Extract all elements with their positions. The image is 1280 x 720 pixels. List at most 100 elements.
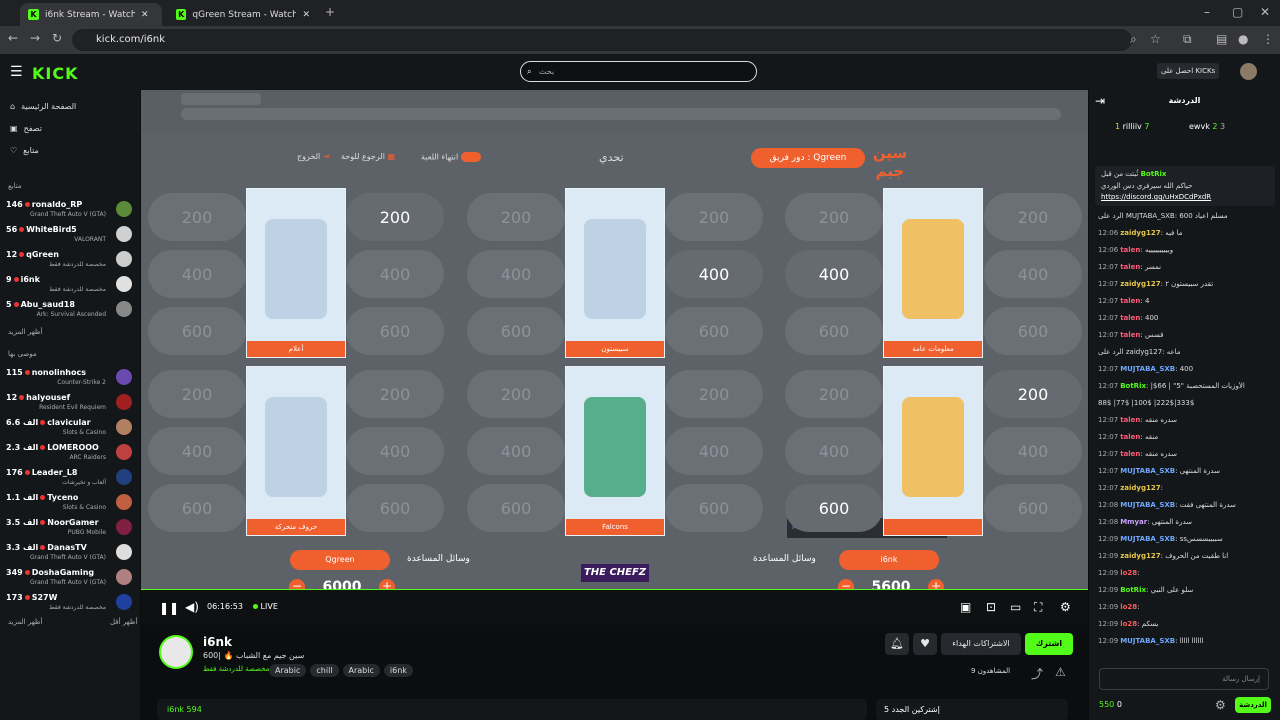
browser-tab[interactable]: K qGreen Stream - Watch Live on ✕ (168, 3, 318, 26)
point-tile[interactable]: 600 (665, 484, 763, 532)
point-tile[interactable]: 400 (785, 250, 883, 298)
sidebar-channel[interactable]: 349 DoshaGaming Grand Theft Auto V (GTA) (6, 566, 134, 590)
point-tile[interactable]: 400 (148, 250, 246, 298)
point-tile[interactable]: 400 (665, 250, 763, 298)
point-tile[interactable]: 400 (984, 427, 1082, 475)
sidebar-channel[interactable]: 146 ronaldo_RP Grand Theft Auto V (GTA) (6, 198, 134, 222)
sidebar-channel[interactable]: 6.6 الف clavicular Slots & Casino (6, 416, 134, 440)
exit-button[interactable]: الخروج ⇥ (297, 152, 330, 161)
message-user[interactable]: talen (1120, 246, 1140, 254)
message-user[interactable]: lo28 (1120, 603, 1137, 611)
sidebar-item-following[interactable]: ♡ متابع (10, 146, 39, 155)
minimize-icon[interactable]: – (1204, 5, 1210, 19)
search-input[interactable]: ⌕ بحث (520, 61, 757, 82)
message-user[interactable]: talen (1120, 450, 1140, 458)
message-user[interactable]: talen (1120, 416, 1140, 424)
sidebar-channel[interactable]: 12 qGreen مخصصة للدردشة فقط (6, 248, 134, 272)
new-tab-icon[interactable]: + (325, 5, 335, 19)
point-tile[interactable]: 200 (148, 193, 246, 241)
sidebar-item-browse[interactable]: ▣ تصفح (10, 124, 42, 133)
close-icon[interactable]: ✕ (302, 10, 310, 20)
sidebar-item-home[interactable]: ⌂ الصفحة الرئيسية (10, 102, 76, 111)
theater-icon[interactable]: ▭ (1010, 600, 1021, 614)
sidebar-channel[interactable]: 176 Leader_L8 ألعاب و تخيرشات (6, 466, 134, 490)
point-tile[interactable]: 200 (984, 193, 1082, 241)
point-tile[interactable]: 400 (346, 250, 444, 298)
gift-subs-button[interactable]: الاشتراكات الهداء (941, 633, 1021, 655)
message-user[interactable]: talen (1120, 331, 1140, 339)
point-tile[interactable]: 200 (467, 370, 565, 418)
point-tile[interactable]: 400 (467, 427, 565, 475)
sidebar-channel[interactable]: 115 nonolinhocs Counter-Strike 2 (6, 366, 134, 390)
show-more-link[interactable]: أظهر المزيد (8, 328, 42, 336)
browser-tab[interactable]: K i6nk Stream - Watch Live on ✕ (20, 3, 162, 26)
back-board-button[interactable]: الرجوع للوحة ▦ (341, 152, 395, 161)
sidebar-channel[interactable]: 56 WhiteBird5 VALORANT (6, 223, 134, 247)
message-user[interactable]: zaidyg127 (1120, 484, 1160, 492)
category-card[interactable]: Falcons (565, 366, 665, 536)
message-user[interactable]: zaidyg127 (1120, 552, 1160, 560)
stream-tag[interactable]: Arabic (342, 664, 380, 677)
message-user[interactable]: Mmyar (1120, 518, 1147, 526)
extensions-icon[interactable]: ⧉ (1183, 32, 1192, 47)
report-icon[interactable]: ⚠ (1055, 665, 1066, 679)
point-tile[interactable]: 600 (467, 307, 565, 355)
point-tile[interactable]: 400 (984, 250, 1082, 298)
back-icon[interactable]: ← (8, 31, 18, 45)
channel-points[interactable]: 550 0 (1099, 700, 1122, 709)
point-tile[interactable]: 200 (346, 370, 444, 418)
reload-icon[interactable]: ↻ (52, 31, 62, 45)
subscribe-button[interactable]: اشترك (1025, 633, 1073, 655)
point-tile[interactable]: 200 (148, 370, 246, 418)
message-user[interactable]: zaidyg127 (1120, 229, 1160, 237)
point-tile[interactable]: 200 (665, 193, 763, 241)
message-user[interactable]: BotRix (1120, 586, 1146, 594)
stream-tag[interactable]: i6nk (383, 664, 413, 677)
fullscreen-icon[interactable]: ⛶ (1034, 600, 1042, 615)
message-user[interactable]: zaidyg127 (1120, 280, 1160, 288)
message-user[interactable]: MUJTABA_SXB (1120, 467, 1175, 475)
point-tile[interactable]: 200 (665, 370, 763, 418)
zoom-icon[interactable]: ⌕ (1130, 32, 1137, 47)
message-user[interactable]: lo28 (1120, 620, 1137, 628)
message-user[interactable]: MUJTABA_SXB (1120, 535, 1175, 543)
show-more-link[interactable]: أظهر المزيد (8, 618, 42, 626)
kick-logo[interactable]: KICK (32, 64, 79, 83)
close-window-icon[interactable]: ✕ (1260, 5, 1270, 19)
category-card[interactable]: معلومات عامة (883, 188, 983, 358)
get-kicks-button[interactable]: احصل على KICKs (1157, 63, 1220, 79)
pause-icon[interactable]: ❚❚ (159, 601, 179, 615)
message-user[interactable]: MUJTABA_SXB (1120, 501, 1175, 509)
message-user[interactable]: talen (1120, 314, 1140, 322)
stream-category[interactable]: مخصصة للدردشة فقط (203, 665, 269, 673)
point-tile[interactable]: 600 (346, 484, 444, 532)
sidebar-channel[interactable]: 12 halyousef Resident Evil Requiem (6, 391, 134, 415)
message-user[interactable]: BotRix (1120, 382, 1146, 390)
message-user[interactable]: talen (1120, 433, 1140, 441)
menu-dots-icon[interactable]: ⋮ (1262, 32, 1274, 46)
point-tile[interactable]: 600 (984, 307, 1082, 355)
sidebar-channel[interactable]: 3.3 الف DanasTV Grand Theft Auto V (GTA) (6, 541, 134, 565)
settings-gear-icon[interactable]: ⚙ (1060, 600, 1071, 614)
category-card[interactable]: سبيستون (565, 188, 665, 358)
point-tile[interactable]: 600 (984, 484, 1082, 532)
point-tile[interactable]: 400 (785, 427, 883, 475)
category-card[interactable]: أعلام (246, 188, 346, 358)
point-tile[interactable]: 200 (984, 370, 1082, 418)
category-card[interactable] (883, 366, 983, 536)
url-input[interactable]: kick.com/i6nk (72, 29, 1132, 51)
volume-icon[interactable]: ◀) (185, 600, 199, 614)
share-icon[interactable]: ⤴ (1031, 665, 1043, 682)
point-tile[interactable]: 200 (785, 193, 883, 241)
stream-tag[interactable]: Arabic (269, 664, 307, 677)
category-card[interactable]: حروف متحركة (246, 366, 346, 536)
point-tile[interactable]: 400 (467, 250, 565, 298)
forward-icon[interactable]: → (30, 31, 40, 45)
point-tile[interactable]: 600 (346, 307, 444, 355)
sidebar-channel[interactable]: 1.1 الف Tyceno Slots & Casino (6, 491, 134, 515)
hamburger-menu-icon[interactable]: ☰ (10, 64, 23, 80)
point-tile[interactable]: 600 (785, 484, 883, 532)
message-user[interactable]: lo28 (1120, 569, 1137, 577)
sidebar-channel[interactable]: 5 Abu_saud18 Ark: Survival Ascended (6, 298, 134, 322)
avatar[interactable] (1240, 63, 1257, 80)
